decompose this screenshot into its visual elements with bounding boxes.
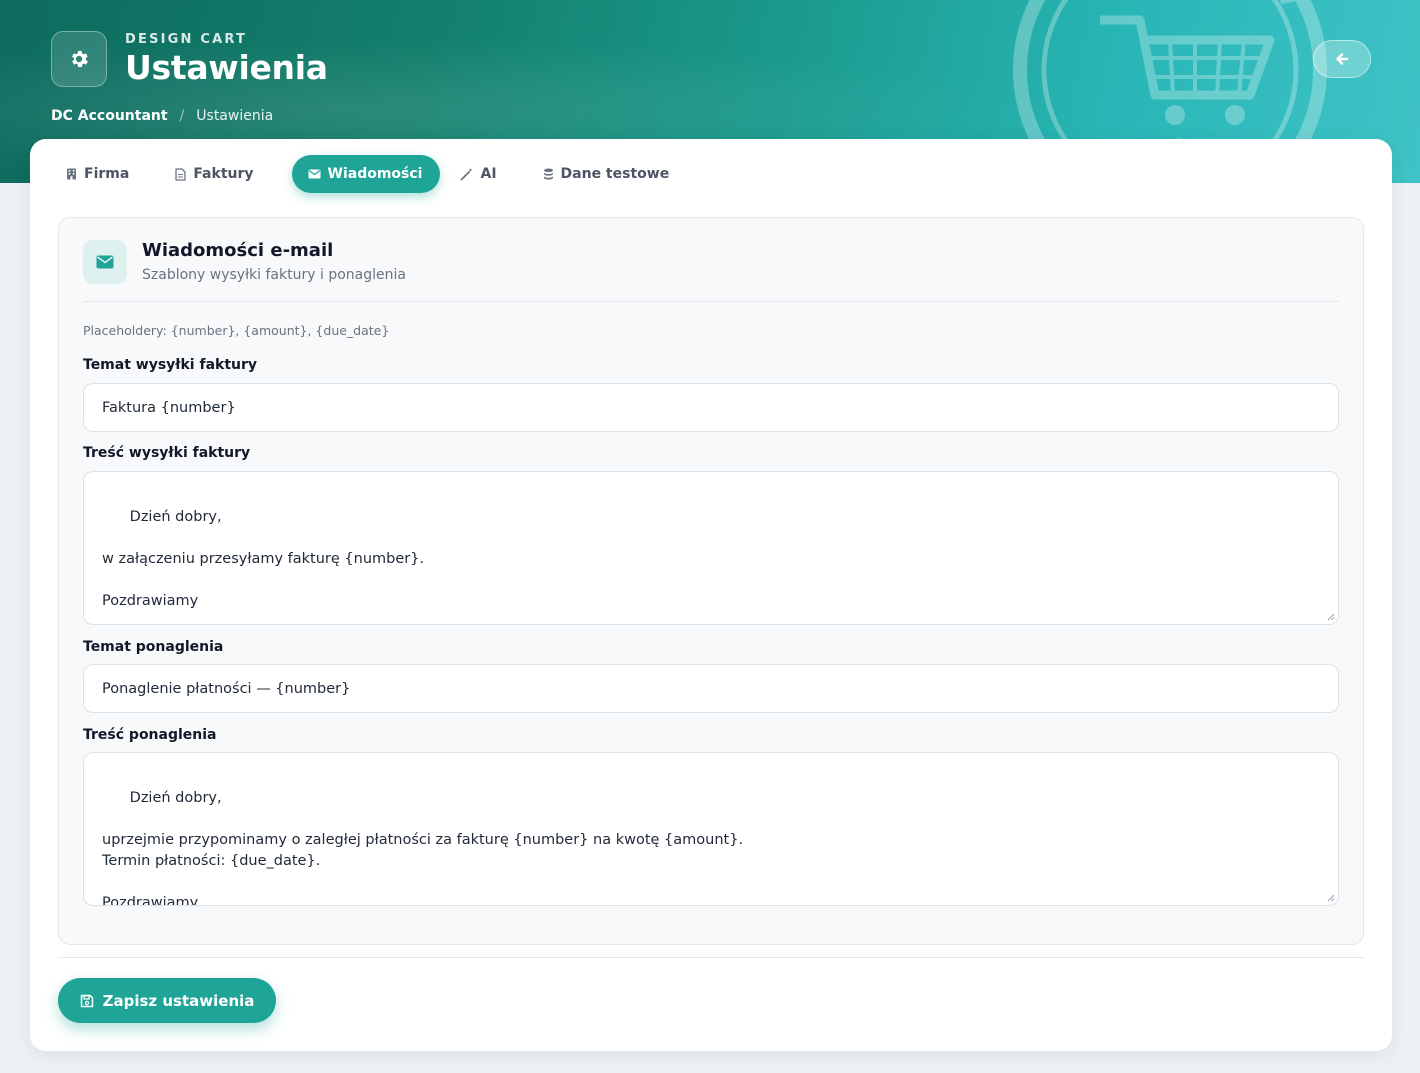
panel-title: Wiadomości e-mail [142, 240, 334, 261]
tab-wiadomosci-label: Wiadomości [327, 166, 423, 182]
tab-firma-label: Firma [84, 166, 130, 182]
breadcrumb-root-link[interactable]: DC Accountant [51, 108, 168, 124]
breadcrumb: DC Accountant / Ustawienia [51, 108, 273, 124]
reminder-subject-label: Temat ponaglenia [83, 639, 224, 655]
invoice-subject-label: Temat wysyłki faktury [83, 357, 258, 373]
resize-grip-icon[interactable] [1327, 613, 1335, 621]
footer-divider [58, 957, 1364, 958]
invoice-body-text: Dzień dobry, w załączeniu przesyłamy fak… [102, 509, 425, 609]
page-title: Ustawienia [125, 48, 328, 87]
reminder-body-textarea[interactable]: Dzień dobry, uprzejmie przypominamy o za… [83, 752, 1339, 906]
tab-wiadomosci[interactable]: Wiadomości [291, 155, 441, 193]
tab-ai[interactable]: AI [452, 155, 514, 193]
tab-firma[interactable]: Firma [58, 155, 147, 193]
save-settings-button[interactable]: Zapisz ustawienia [58, 978, 276, 1023]
tab-faktury[interactable]: Faktury [167, 155, 271, 193]
envelope-icon [308, 169, 321, 179]
settings-tabs: Firma Faktury Wiadomości AI Dane testowe [58, 155, 703, 193]
placeholders-hint: Placeholdery: {number}, {amount}, {due_d… [83, 323, 390, 338]
reminder-subject-input[interactable]: Ponaglenie płatności — {number} [83, 664, 1339, 713]
invoice-body-label: Treść wysyłki faktury [83, 445, 251, 461]
reminder-body-text: Dzień dobry, uprzejmie przypominamy o za… [102, 790, 744, 906]
breadcrumb-current: Ustawienia [196, 108, 274, 124]
arrow-left-icon [1336, 53, 1349, 65]
gear-icon [72, 50, 88, 68]
breadcrumb-separator: / [179, 108, 185, 124]
panel-divider [83, 301, 1339, 302]
tab-ai-label: AI [480, 166, 497, 182]
save-settings-label: Zapisz ustawienia [102, 991, 255, 1010]
magic-wand-icon [461, 168, 473, 180]
tab-faktury-label: Faktury [193, 166, 254, 182]
building-icon [67, 168, 76, 180]
invoice-body-textarea[interactable]: Dzień dobry, w załączeniu przesyłamy fak… [83, 471, 1339, 625]
database-icon [543, 168, 553, 180]
floppy-disk-icon [80, 994, 93, 1007]
envelope-icon [96, 255, 114, 269]
tab-dane-testowe[interactable]: Dane testowe [535, 155, 688, 193]
back-button[interactable] [1313, 40, 1371, 78]
settings-gear-badge [51, 31, 107, 87]
settings-card: Firma Faktury Wiadomości AI Dane testowe… [30, 139, 1392, 1051]
panel-subtitle: Szablony wysyłki faktury i ponaglenia [142, 267, 406, 283]
resize-grip-icon[interactable] [1327, 894, 1335, 902]
reminder-body-label: Treść ponaglenia [83, 727, 217, 743]
invoice-subject-input[interactable]: Faktura {number} [83, 383, 1339, 432]
document-icon [175, 167, 186, 181]
panel-envelope-badge [83, 240, 127, 284]
tab-dane-testowe-label: Dane testowe [560, 166, 670, 182]
brand-label: DESIGN CART [125, 32, 248, 47]
email-templates-panel: Wiadomości e-mail Szablony wysyłki faktu… [58, 217, 1364, 945]
